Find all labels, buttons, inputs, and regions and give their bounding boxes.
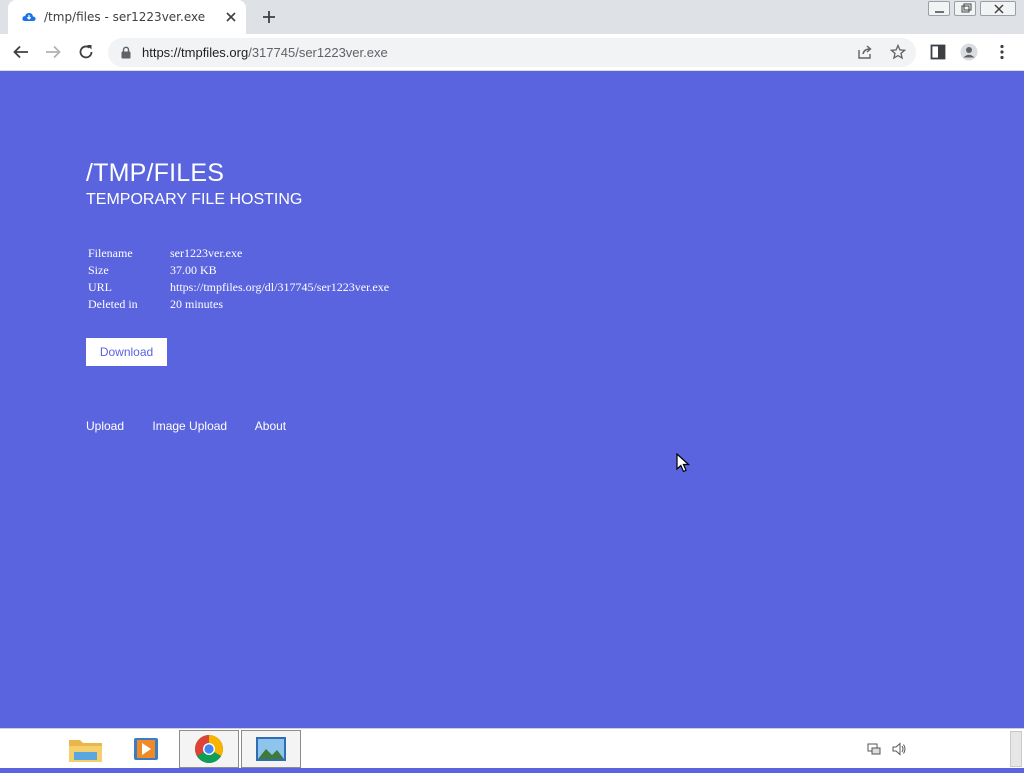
mouse-cursor-icon bbox=[676, 453, 690, 473]
volume-icon[interactable] bbox=[891, 741, 907, 757]
cloud-favicon-icon bbox=[22, 13, 36, 21]
download-button[interactable]: Download bbox=[86, 338, 167, 366]
file-info-value[interactable]: https://tmpfiles.org/dl/317745/ser1223ve… bbox=[168, 279, 391, 296]
file-info-label: URL bbox=[88, 280, 112, 294]
restore-icon bbox=[961, 3, 972, 13]
url-host: https://tmpfiles.org bbox=[142, 45, 249, 60]
close-window-icon bbox=[994, 4, 1004, 14]
image-upload-link[interactable]: Image Upload bbox=[152, 419, 227, 433]
reload-icon[interactable] bbox=[77, 43, 95, 61]
file-info-label: Size bbox=[88, 263, 109, 277]
file-explorer-icon bbox=[69, 740, 102, 762]
media-player-task[interactable] bbox=[116, 730, 176, 768]
file-info-row: Filename ser1223ver.exe bbox=[86, 245, 391, 262]
lock-icon[interactable] bbox=[120, 46, 132, 59]
file-info-label: Deleted in bbox=[88, 297, 138, 311]
minimize-icon bbox=[935, 11, 944, 13]
site-title[interactable]: /TMP/FILES bbox=[86, 159, 224, 188]
restore-button[interactable] bbox=[954, 1, 976, 16]
upload-link[interactable]: Upload bbox=[86, 419, 124, 433]
file-info-label: Filename bbox=[88, 246, 133, 260]
file-info-row: URL https://tmpfiles.org/dl/317745/ser122… bbox=[86, 279, 391, 296]
taskbar bbox=[0, 728, 1024, 768]
file-info-row: Deleted in 20 minutes bbox=[86, 296, 391, 313]
new-tab-icon[interactable] bbox=[261, 9, 277, 25]
file-info-value: 37.00 KB bbox=[170, 263, 217, 277]
tab-title: /tmp/files - ser1223ver.exe bbox=[44, 10, 206, 24]
file-explorer-task[interactable] bbox=[56, 730, 116, 768]
page-content: /TMP/FILES TEMPORARY FILE HOSTING Filena… bbox=[0, 71, 1024, 728]
image-viewer-icon bbox=[256, 737, 286, 761]
bookmark-star-icon[interactable] bbox=[890, 44, 906, 60]
network-icon[interactable] bbox=[866, 741, 882, 757]
tab-strip: /tmp/files - ser1223ver.exe bbox=[0, 0, 1024, 34]
browser-toolbar: https://tmpfiles.org/317745/ser1223ver.e… bbox=[0, 34, 1024, 71]
chrome-icon bbox=[195, 735, 223, 763]
image-viewer-task[interactable] bbox=[241, 730, 301, 768]
chrome-task[interactable] bbox=[179, 730, 239, 768]
file-info-row: Size 37.00 KB bbox=[86, 262, 391, 279]
file-info-value: ser1223ver.exe bbox=[170, 246, 243, 260]
address-bar[interactable]: https://tmpfiles.org/317745/ser1223ver.e… bbox=[108, 38, 916, 67]
side-panel-icon[interactable] bbox=[929, 43, 947, 61]
back-icon[interactable] bbox=[12, 43, 30, 61]
browser-tab[interactable]: /tmp/files - ser1223ver.exe bbox=[8, 0, 246, 34]
show-desktop-button[interactable] bbox=[1010, 731, 1022, 767]
footer-nav: Upload Image Upload About bbox=[86, 419, 311, 433]
close-window-button[interactable] bbox=[980, 1, 1016, 16]
menu-kebab-icon[interactable] bbox=[993, 43, 1011, 61]
site-subtitle: TEMPORARY FILE HOSTING bbox=[86, 191, 303, 208]
media-player-icon bbox=[134, 738, 158, 760]
about-link[interactable]: About bbox=[255, 419, 286, 433]
url-text[interactable]: https://tmpfiles.org/317745/ser1223ver.e… bbox=[142, 45, 388, 60]
file-info-table: Filename ser1223ver.exe Size 37.00 KB URL htt… bbox=[86, 245, 391, 313]
close-tab-icon[interactable] bbox=[224, 10, 238, 24]
forward-icon[interactable] bbox=[44, 43, 62, 61]
file-info-value: 20 minutes bbox=[170, 297, 223, 311]
share-icon[interactable] bbox=[857, 44, 873, 60]
profile-avatar-icon[interactable] bbox=[960, 43, 978, 61]
minimize-button[interactable] bbox=[928, 1, 950, 16]
url-path: /317745/ser1223ver.exe bbox=[248, 45, 388, 60]
